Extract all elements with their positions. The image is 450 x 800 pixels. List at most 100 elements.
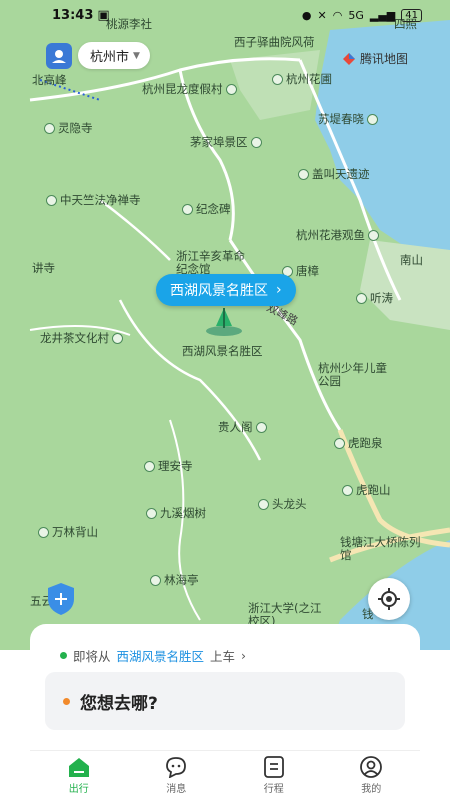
poi[interactable]: 头龙头 — [258, 496, 307, 512]
poi-label: 南山 — [400, 253, 423, 267]
bottom-tab-bar: 出行 消息 行程 我的 — [30, 750, 420, 800]
poi-label: 灵隐寺 — [58, 121, 93, 135]
poi[interactable]: 贵人阁 — [218, 419, 267, 435]
poi[interactable]: 苏堤春晓 — [318, 111, 378, 127]
poi[interactable]: 讲寺 — [32, 260, 55, 276]
poi-icon — [182, 203, 193, 215]
chevron-right-icon: › — [276, 282, 282, 298]
poi-icon — [342, 484, 353, 496]
poi[interactable]: 理安寺 — [144, 458, 193, 474]
poi[interactable]: 西湖风景名胜区 — [182, 343, 263, 359]
pickup-suffix: 上车 — [210, 649, 236, 664]
poi-label: 西子驿曲院风荷 — [234, 35, 315, 49]
poi[interactable]: 林海亭 — [150, 572, 199, 588]
poi[interactable]: 九溪烟树 — [146, 505, 206, 521]
tab-label: 行程 — [263, 784, 284, 795]
network-label: 5G — [348, 8, 364, 22]
safety-shield-icon[interactable] — [46, 582, 76, 616]
location-icon: ● — [301, 8, 312, 22]
pickup-line[interactable]: 即将从 西湖风景名胜区 上车 › — [60, 646, 246, 665]
poi-label: 理安寺 — [158, 459, 193, 473]
poi[interactable]: 杭州昆龙度假村 — [142, 81, 237, 97]
pickup-place[interactable]: 西湖风景名胜区 — [117, 646, 205, 665]
poi-label: 盖叫天遗迹 — [312, 167, 370, 181]
poi[interactable]: 杭州少年儿童公园 — [318, 362, 398, 388]
wifi-icon: ◠ — [332, 8, 343, 22]
destination-input[interactable]: 您想去哪? — [45, 672, 405, 730]
map-provider-label: 腾讯地图 — [360, 52, 409, 66]
poi-icon — [356, 292, 367, 304]
mute-icon: ✕ — [317, 8, 327, 22]
tab-label: 消息 — [166, 784, 187, 795]
poi-label: 虎跑山 — [356, 483, 391, 497]
tab-travel[interactable]: 出行 — [49, 756, 109, 795]
chevron-down-icon: ▼ — [133, 50, 140, 61]
poi-label: 林海亭 — [164, 573, 199, 587]
poi[interactable]: 听涛 — [356, 290, 393, 306]
poi-label: 纪念碑 — [196, 202, 231, 216]
poi[interactable]: 纪念碑 — [182, 201, 231, 217]
pickup-dot-icon — [60, 652, 67, 659]
poi-label: 茅家埠景区 — [190, 135, 248, 149]
poi-label: 钱塘江大桥陈列馆 — [340, 535, 421, 562]
poi[interactable]: 盖叫天遗迹 — [298, 166, 370, 182]
poi-icon — [44, 122, 55, 134]
poi-icon — [272, 73, 283, 85]
poi-label: 北高峰 — [32, 73, 67, 87]
crosshair-icon — [378, 588, 400, 610]
chevron-right-icon: › — [241, 648, 247, 663]
poi[interactable]: 虎跑泉 — [334, 435, 383, 451]
pickup-bubble[interactable]: 西湖风景名胜区 › — [156, 274, 296, 306]
pickup-prefix: 即将从 — [73, 649, 111, 664]
poi-label: 中天竺法净禅寺 — [60, 193, 141, 207]
poi-icon — [334, 437, 345, 449]
poi[interactable]: 万林背山 — [38, 524, 98, 540]
poi[interactable]: 龙井茶文化村 — [40, 330, 123, 346]
poi-icon — [112, 332, 123, 344]
destination-placeholder: 您想去哪? — [80, 693, 158, 714]
app-screen: 桃源李社 西子驿曲院风荷 四照 北高峰 杭州昆龙度假村 杭州花圃 灵隐寺 苏堤春… — [0, 0, 450, 800]
home-icon — [68, 758, 89, 777]
city-selector[interactable]: 杭州市 ▼ — [46, 42, 150, 69]
tab-profile[interactable]: 我的 — [341, 756, 401, 795]
poi-label: 头龙头 — [272, 497, 307, 511]
locate-me-button[interactable] — [368, 578, 410, 620]
poi-label: 龙井茶文化村 — [40, 331, 109, 345]
app-logo-icon — [46, 42, 72, 69]
map-provider-logo: 腾讯地图 — [342, 50, 408, 67]
poi-label: 万林背山 — [52, 525, 98, 539]
tab-label: 我的 — [361, 784, 382, 795]
poi[interactable]: 杭州花港观鱼 — [296, 227, 379, 243]
poi-icon — [144, 460, 155, 472]
pickup-bubble-label: 西湖风景名胜区 — [170, 283, 268, 299]
poi[interactable]: 西子驿曲院风荷 — [234, 34, 315, 50]
poi-icon — [46, 194, 57, 206]
poi-icon — [258, 498, 269, 510]
poi[interactable]: 北高峰 — [32, 72, 67, 88]
poi-label: 虎跑泉 — [348, 436, 383, 450]
poi[interactable]: 虎跑山 — [342, 482, 391, 498]
message-icon — [166, 757, 187, 778]
poi-label: 九溪烟树 — [160, 506, 206, 520]
poi-label: 杭州花圃 — [286, 72, 332, 86]
tab-trips[interactable]: 行程 — [244, 756, 304, 795]
poi[interactable]: 南山 — [400, 252, 423, 268]
poi-label: 西湖风景名胜区 — [182, 344, 263, 358]
poi[interactable]: 浙江辛亥革命纪念馆 — [176, 250, 246, 276]
clock: 13:43 — [52, 7, 94, 23]
poi[interactable]: 钱塘江大桥陈列馆 — [340, 536, 422, 562]
poi-label: 浙江辛亥革命纪念馆 — [176, 249, 245, 276]
city-pill[interactable]: 杭州市 ▼ — [78, 42, 150, 69]
poi-icon — [255, 421, 267, 433]
ride-request-panel: 即将从 西湖风景名胜区 上车 › 您想去哪? — [30, 624, 420, 754]
poi[interactable]: 杭州花圃 — [272, 71, 332, 87]
poi-icon — [298, 168, 309, 180]
tab-messages[interactable]: 消息 — [146, 756, 206, 795]
profile-icon — [360, 756, 383, 778]
poi[interactable]: 中天竺法净禅寺 — [46, 192, 141, 208]
poi[interactable]: 茅家埠景区 — [190, 134, 262, 150]
poi-label: 杭州少年儿童公园 — [318, 361, 387, 388]
nfc-icon: ▣ — [97, 7, 110, 23]
poi[interactable]: 灵隐寺 — [44, 120, 93, 136]
poi-label: 苏堤春晓 — [318, 112, 364, 126]
